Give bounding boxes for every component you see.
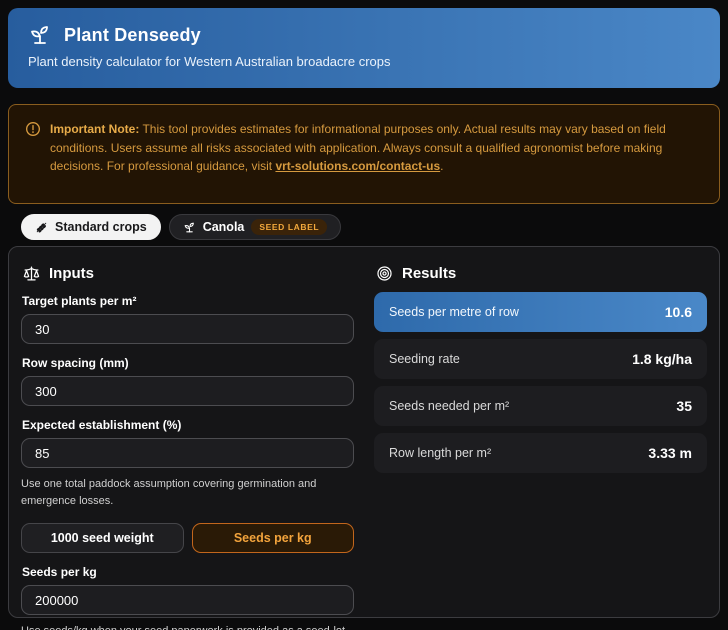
seeds-per-kg-label: Seeds per kg	[22, 565, 97, 579]
inputs-heading: Inputs	[23, 265, 354, 282]
result-label: Seeding rate	[389, 352, 460, 366]
result-row-seeding-rate: Seeding rate 1.8 kg/ha	[374, 339, 707, 379]
seed-label-badge: SEED LABEL	[251, 219, 328, 235]
establishment-help: Use one total paddock assumption coverin…	[21, 478, 317, 507]
results-heading-label: Results	[402, 265, 457, 282]
result-value: 10.6	[664, 304, 692, 320]
important-note-text: Important Note: This tool provides estim…	[50, 120, 701, 187]
tab-canola[interactable]: Canola SEED LABEL	[168, 214, 342, 240]
result-value: 3.33 m	[648, 445, 692, 461]
seeds-per-kg-help: Use seeds/kg when your seed paperwork is…	[21, 623, 354, 630]
establishment-input[interactable]	[21, 438, 354, 468]
target-plants-label: Target plants per m²	[22, 294, 137, 308]
result-value: 35	[676, 398, 692, 414]
row-spacing-input[interactable]	[21, 376, 354, 406]
results-list: Seeds per metre of row 10.6 Seeding rate…	[374, 292, 707, 473]
seeds-per-kg-input[interactable]	[21, 585, 354, 615]
scales-icon	[23, 265, 40, 282]
mode-1000-seed-weight-button[interactable]: 1000 seed weight	[21, 523, 184, 553]
result-label: Seeds per metre of row	[389, 305, 519, 319]
inputs-heading-label: Inputs	[49, 265, 94, 282]
result-label: Seeds needed per m²	[389, 399, 510, 413]
alert-circle-icon	[25, 121, 41, 187]
sprout-icon	[28, 23, 52, 47]
inputs-panel: Inputs Target plants per m² Row spacing …	[21, 263, 354, 630]
target-plants-input[interactable]	[21, 314, 354, 344]
results-panel: Results Seeds per metre of row 10.6 Seed…	[374, 263, 707, 630]
establishment-label: Expected establishment (%)	[22, 418, 182, 432]
plant-density-calculator-app: Plant Denseedy Plant density calculator …	[0, 0, 728, 630]
tab-canola-label: Canola	[202, 220, 245, 234]
app-header: Plant Denseedy Plant density calculator …	[8, 8, 720, 88]
result-label: Row length per m²	[389, 446, 492, 460]
important-note-banner: Important Note: This tool provides estim…	[8, 104, 720, 204]
crop-tabs: Standard crops Canola SEED LABEL	[8, 214, 720, 240]
calculator-card: Inputs Target plants per m² Row spacing …	[8, 246, 720, 630]
target-icon	[376, 265, 393, 282]
result-row-seeds-needed: Seeds needed per m² 35	[374, 386, 707, 426]
tab-standard-crops[interactable]: Standard crops	[21, 214, 161, 240]
results-heading: Results	[376, 265, 707, 282]
important-note-suffix: .	[440, 159, 444, 174]
wheat-icon	[35, 221, 48, 234]
result-row-seeds-per-metre: Seeds per metre of row 10.6	[374, 292, 707, 332]
sprout-icon	[183, 221, 196, 234]
important-note-label: Important Note:	[50, 122, 140, 136]
mode-seeds-per-kg-button[interactable]: Seeds per kg	[191, 523, 354, 553]
result-row-row-length: Row length per m² 3.33 m	[374, 433, 707, 473]
tab-standard-crops-label: Standard crops	[55, 220, 147, 234]
result-value: 1.8 kg/ha	[632, 351, 692, 367]
row-spacing-label: Row spacing (mm)	[22, 356, 129, 370]
app-subtitle: Plant density calculator for Western Aus…	[28, 54, 391, 69]
contact-us-link[interactable]: vrt-solutions.com/contact-us	[275, 159, 440, 173]
app-title: Plant Denseedy	[64, 24, 201, 45]
seed-mode-toggle: 1000 seed weight Seeds per kg	[21, 523, 354, 553]
